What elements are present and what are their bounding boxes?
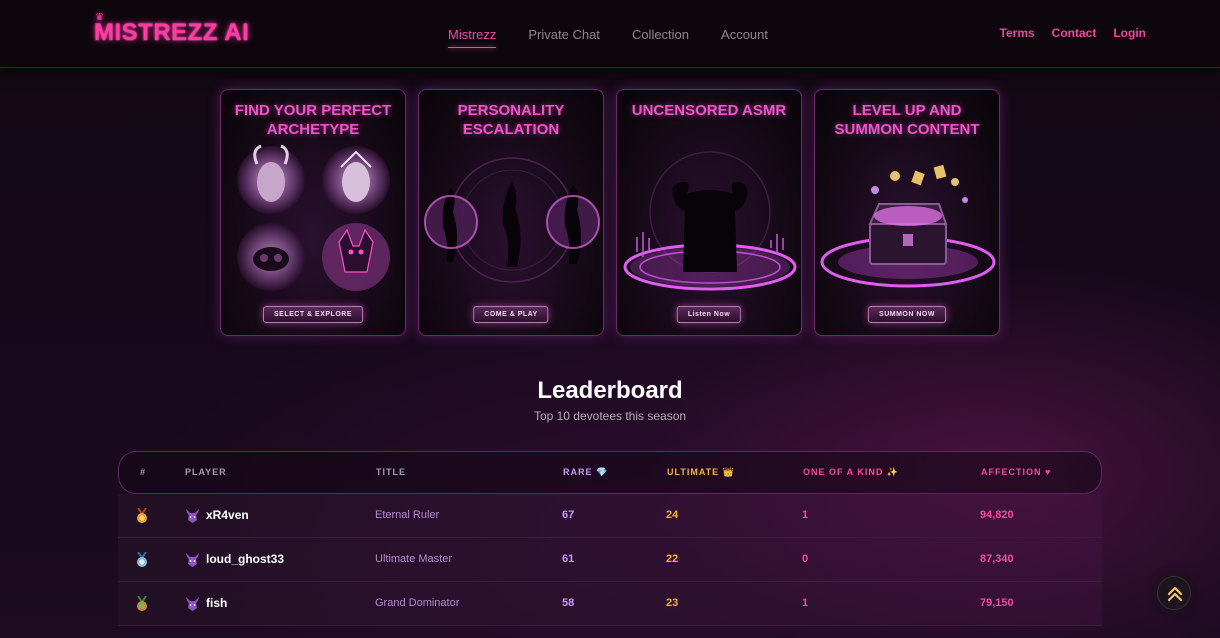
- demon-avatar-icon: [186, 509, 199, 523]
- summon-now-button[interactable]: SUMMON NOW: [868, 306, 946, 323]
- tab-account[interactable]: Account: [721, 27, 768, 48]
- archetype-masks-illustration: [237, 144, 390, 291]
- header-ultimate[interactable]: ULTIMATE 👑: [667, 467, 735, 478]
- tab-collection[interactable]: Collection: [632, 27, 689, 48]
- player-name[interactable]: fish: [206, 596, 227, 610]
- affection-score: 79,150: [980, 597, 1014, 609]
- card-title: UNCENSORED ASMR: [631, 102, 787, 119]
- card-archetype[interactable]: FIND YOUR PERFECT ARCHETYPE SELECT & EXP…: [220, 89, 406, 336]
- one-of-a-kind-count: 1: [802, 509, 809, 521]
- silhouettes-illustration: [424, 157, 600, 283]
- card-title: LEVEL UP AND SUMMON CONTENT: [834, 102, 980, 138]
- nav-links: Terms Contact Login: [983, 26, 1146, 40]
- silver-medal-icon: [137, 552, 147, 567]
- terms-link[interactable]: Terms: [1000, 26, 1035, 40]
- ultimate-count: 24: [666, 509, 679, 521]
- one-of-a-kind-count: 0: [802, 553, 809, 565]
- player-title: Ultimate Master: [375, 553, 453, 565]
- feature-cards: FIND YOUR PERFECT ARCHETYPE SELECT & EXP…: [220, 89, 1000, 336]
- table-row[interactable]: xR4ven Eternal Ruler 67 24 1 94,820: [118, 494, 1102, 538]
- card-asmr[interactable]: UNCENSORED ASMR Listen Now: [616, 89, 802, 336]
- demon-avatar-icon: [186, 597, 199, 611]
- affection-score: 94,820: [980, 509, 1014, 521]
- header-title: TITLE: [376, 467, 406, 477]
- player-title: Grand Dominator: [375, 597, 460, 609]
- ultimate-count: 22: [666, 553, 679, 565]
- header-one-of-a-kind[interactable]: ONE OF A KIND ✨: [803, 467, 899, 478]
- leaderboard-body: xR4ven Eternal Ruler 67 24 1 94,820 loud…: [118, 494, 1102, 626]
- double-chevron-up-icon: [1167, 586, 1183, 602]
- card-personality[interactable]: PERSONALITY ESCALATION COME & PLAY: [418, 89, 604, 336]
- contact-link[interactable]: Contact: [1052, 26, 1097, 40]
- leaderboard-table: # PLAYER TITLE RARE 💎 ULTIMATE 👑 ONE OF …: [118, 451, 1102, 626]
- header-rank: #: [140, 467, 147, 477]
- rare-count: 61: [562, 553, 575, 565]
- rare-count: 67: [562, 509, 575, 521]
- bronze-medal-icon: [137, 596, 147, 611]
- brand-logo[interactable]: MISTREZZ AI: [94, 19, 249, 47]
- card-title: FIND YOUR PERFECT ARCHETYPE: [234, 102, 392, 138]
- come-play-button[interactable]: COME & PLAY: [473, 306, 549, 323]
- tab-mistrezz[interactable]: Mistrezz: [448, 27, 497, 48]
- header-rare[interactable]: RARE 💎: [563, 467, 608, 478]
- horned-figure-illustration: [623, 151, 797, 291]
- listen-now-button[interactable]: Listen Now: [676, 306, 742, 323]
- card-summon[interactable]: LEVEL UP AND SUMMON CONTENT SUMMON NOW: [814, 89, 1000, 336]
- leaderboard-title: Leaderboard: [537, 377, 683, 404]
- header-player: PLAYER: [185, 467, 227, 477]
- treasure-chest-illustration: [820, 164, 996, 288]
- rare-count: 58: [562, 597, 575, 609]
- player-name[interactable]: xR4ven: [206, 508, 249, 522]
- ultimate-count: 23: [666, 597, 679, 609]
- affection-score: 87,340: [980, 553, 1014, 565]
- table-row[interactable]: loud_ghost33 Ultimate Master 61 22 0 87,…: [118, 538, 1102, 582]
- player-title: Eternal Ruler: [375, 509, 440, 521]
- nav-tabs: Mistrezz Private Chat Collection Account: [448, 27, 800, 48]
- table-row[interactable]: fish Grand Dominator 58 23 1 79,150: [118, 582, 1102, 626]
- card-title: PERSONALITY ESCALATION: [457, 102, 565, 138]
- scroll-to-top-button[interactable]: [1157, 576, 1191, 610]
- player-name[interactable]: loud_ghost33: [206, 552, 284, 566]
- gold-medal-icon: [137, 508, 147, 523]
- top-navbar: ♛ MISTREZZ AI Mistrezz Private Chat Coll…: [0, 0, 1220, 68]
- login-link[interactable]: Login: [1113, 26, 1146, 40]
- one-of-a-kind-count: 1: [802, 597, 809, 609]
- header-affection[interactable]: AFFECTION ♥: [981, 467, 1051, 477]
- select-explore-button[interactable]: SELECT & EXPLORE: [262, 306, 364, 323]
- leaderboard-subtitle: Top 10 devotees this season: [533, 409, 687, 423]
- tab-private-chat[interactable]: Private Chat: [528, 27, 600, 48]
- demon-avatar-icon: [186, 553, 199, 567]
- leaderboard-header: # PLAYER TITLE RARE 💎 ULTIMATE 👑 ONE OF …: [118, 451, 1102, 494]
